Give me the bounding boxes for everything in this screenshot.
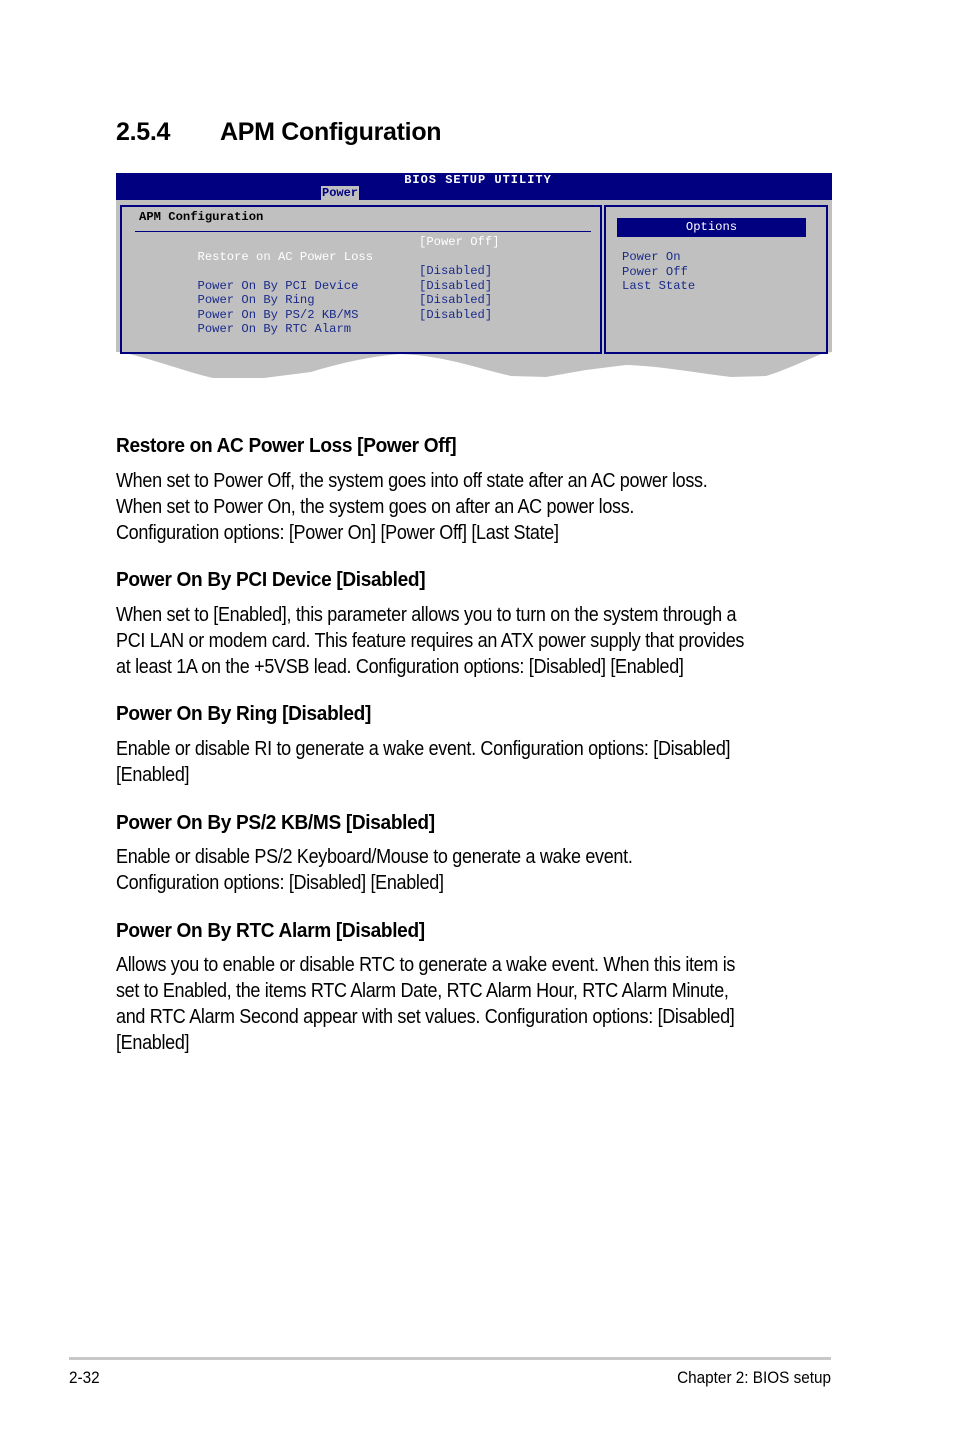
option-item[interactable]: Power Off: [622, 265, 688, 280]
chapter-label: Chapter 2: BIOS setup: [677, 1368, 831, 1387]
text-line: and RTC Alarm Second appear with set val…: [116, 1006, 735, 1028]
bios-screenshot: BIOS SETUP UTILITY Power APM Configurati…: [116, 173, 832, 383]
text-line: [Enabled]: [116, 764, 190, 786]
text-line: [Enabled]: [116, 1032, 190, 1054]
bios-body: APM Configuration Restore on AC Power Lo…: [116, 200, 832, 383]
footer-divider: [69, 1357, 831, 1360]
bios-item-value: [Power Off]: [419, 235, 500, 249]
bios-item-value: [Disabled]: [419, 307, 493, 322]
options-title: Options: [617, 218, 806, 237]
text-line: Configuration options: [Disabled] [Enabl…: [116, 872, 444, 894]
description-power-on-rtc-alarm: Allows you to enable or disable RTC to g…: [116, 952, 735, 1056]
text-line: Enable or disable PS/2 Keyboard/Mouse to…: [116, 846, 633, 868]
description-power-on-pci-device: When set to [Enabled], this parameter al…: [116, 602, 744, 680]
bios-item-power-on-rtc-alarm[interactable]: Power On By RTC Alarm [Disabled]: [139, 308, 493, 366]
description-power-on-ps2: Enable or disable PS/2 Keyboard/Mouse to…: [116, 844, 633, 896]
text-line: Configuration options: [Power On] [Power…: [116, 522, 559, 544]
text-line: at least 1A on the +5VSB lead. Configura…: [116, 656, 684, 678]
text-line: Enable or disable RI to generate a wake …: [116, 738, 731, 760]
text-line: PCI LAN or modem card. This feature requ…: [116, 630, 745, 652]
bios-settings-panel: APM Configuration Restore on AC Power Lo…: [121, 206, 601, 351]
panel-divider: [135, 231, 591, 232]
section-title: 2.5.4 APM Configuration: [116, 118, 442, 147]
text-line: When set to Power Off, the system goes i…: [116, 470, 708, 492]
option-item[interactable]: Last State: [622, 279, 695, 294]
bios-item-value: [Disabled]: [419, 293, 493, 307]
description-restore-ac-power-loss: When set to Power Off, the system goes i…: [116, 468, 708, 546]
heading-power-on-ps2: Power On By PS/2 KB/MS [Disabled]: [116, 811, 435, 834]
heading-power-on-ring: Power On By Ring [Disabled]: [116, 702, 371, 725]
bios-options-panel: Options Power On Power Off Last State: [605, 206, 827, 351]
tab-power[interactable]: Power: [321, 186, 360, 200]
heading-power-on-pci-device: Power On By PCI Device [Disabled]: [116, 568, 426, 591]
bios-item-value: [Disabled]: [419, 264, 493, 278]
heading-power-on-rtc-alarm: Power On By RTC Alarm [Disabled]: [116, 919, 425, 942]
heading-restore-ac-power-loss: Restore on AC Power Loss [Power Off]: [116, 434, 457, 457]
bios-utility-title: BIOS SETUP UTILITY: [404, 173, 552, 187]
text-line: When set to Power On, the system goes on…: [116, 496, 635, 518]
section-number: 2.5.4: [116, 118, 171, 146]
text-line: When set to [Enabled], this parameter al…: [116, 604, 737, 626]
description-power-on-ring: Enable or disable RI to generate a wake …: [116, 736, 731, 788]
section-title-text: APM Configuration: [220, 118, 442, 146]
page-number: 2-32: [69, 1368, 100, 1387]
text-line: Allows you to enable or disable RTC to g…: [116, 954, 736, 976]
text-line: set to Enabled, the items RTC Alarm Date…: [116, 980, 729, 1002]
bios-item-label: Restore on AC Power Loss: [197, 249, 374, 264]
bios-header: BIOS SETUP UTILITY Power: [116, 173, 832, 200]
bios-item-value: [Disabled]: [419, 278, 493, 293]
bios-item-label: Power On By RTC Alarm: [197, 322, 352, 336]
panel-heading: APM Configuration: [139, 210, 264, 224]
option-item[interactable]: Power On: [622, 250, 681, 265]
